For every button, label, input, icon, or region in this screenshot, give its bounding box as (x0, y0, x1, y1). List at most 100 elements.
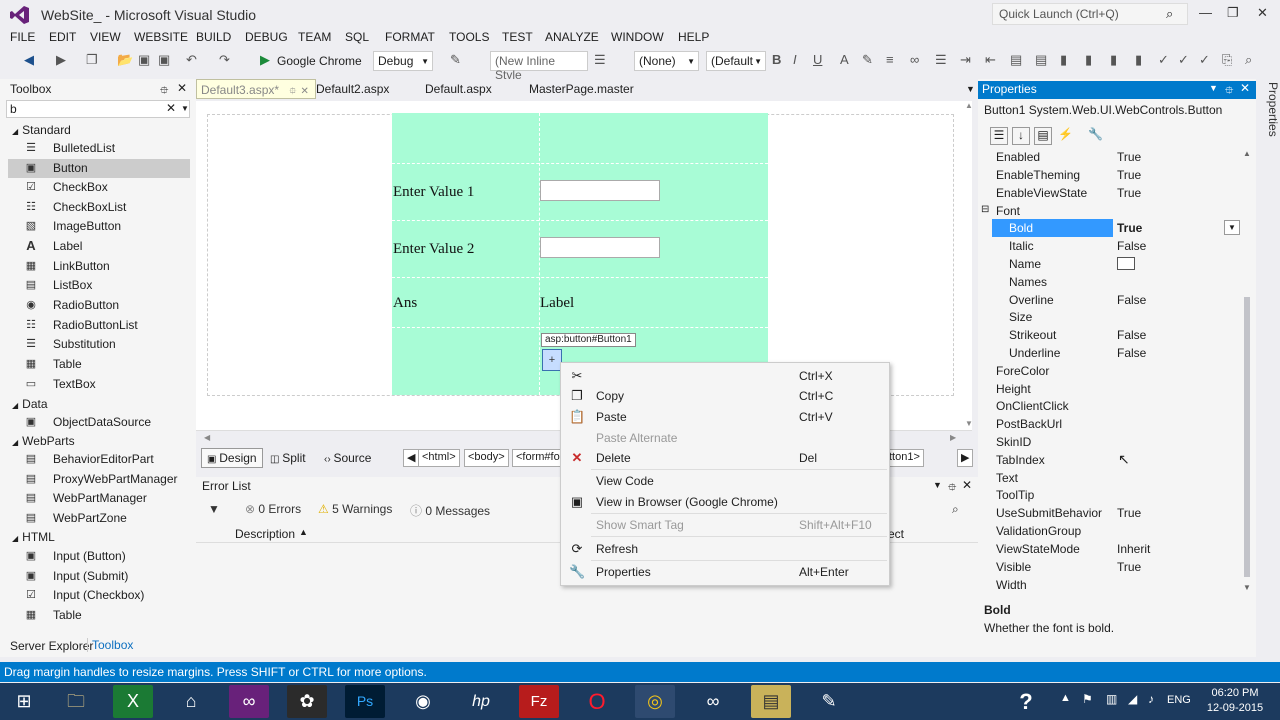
prop-row[interactable]: Height (978, 380, 1248, 398)
toolbox-item-button[interactable]: ▣ Button (8, 159, 190, 178)
tray-expand-icon[interactable]: ▲ (1060, 692, 1071, 704)
alphabetical-icon[interactable]: ↓ (1012, 127, 1030, 145)
toolbox-item-input-submit[interactable]: ▣ Input (Submit) (8, 567, 190, 586)
prev-bookmark-icon[interactable]: ▮ (1085, 52, 1092, 68)
toolbox-search-input[interactable]: b (6, 100, 190, 118)
find-icon[interactable]: ⌕ (1245, 52, 1252, 68)
toolbox-item-bulletedlist[interactable]: ☰ BulletedList (8, 139, 190, 158)
label-result[interactable]: Label (540, 295, 574, 312)
menu-item-paste-alternate[interactable]: Paste Alternate (561, 428, 889, 448)
prop-row[interactable]: Visible True (978, 558, 1248, 576)
search-icon[interactable]: ⌕ (1166, 6, 1173, 22)
excel-icon[interactable]: X (113, 685, 153, 718)
clock[interactable]: 06:20 PM 12-09-2015 (1200, 686, 1270, 716)
toolbox-item-objectdatasource[interactable]: ▣ ObjectDataSource (8, 413, 190, 432)
toolbox-item-html-table[interactable]: ▦ Table (8, 606, 190, 625)
col-project[interactable]: ect (888, 527, 904, 541)
prop-row-font[interactable]: ⊟ Font (978, 202, 1248, 220)
panel-menu-icon[interactable]: ▼ (933, 480, 942, 490)
tab-masterpage[interactable]: MasterPage.master (529, 82, 634, 96)
forward-icon[interactable]: ▶ (56, 52, 66, 68)
outdent-icon[interactable]: ⇤ (985, 52, 996, 68)
prop-row[interactable]: Strikeout False (978, 326, 1248, 344)
warnings-filter-button[interactable]: ⚠ 5 Warnings (318, 502, 392, 516)
toolbox-item-proxywebpartmanager[interactable]: ▤ ProxyWebPartManager (8, 470, 190, 489)
properties-side-tab[interactable]: Properties (1256, 79, 1280, 159)
menu-item-paste[interactable]: 📋 Paste Ctrl+V (561, 407, 889, 427)
open-file-icon[interactable]: 📂 (117, 52, 133, 68)
toolbox-item-webpartmanager[interactable]: ▤ WebPartManager (8, 489, 190, 508)
toolbox-item-textbox[interactable]: ▭ TextBox (8, 375, 190, 394)
crumb-next-button[interactable]: ▶ (957, 449, 974, 467)
toolbox-item-behavioreditorpart[interactable]: ▤ BehaviorEditorPart (8, 450, 190, 469)
tab-default2[interactable]: Default2.aspx (316, 82, 389, 96)
toolbox-item-checkboxlist[interactable]: ☷ CheckBoxList (8, 198, 190, 217)
hp-icon[interactable]: hp (461, 685, 501, 718)
source-view-button[interactable]: ‹› Source (320, 450, 375, 466)
bold-icon[interactable]: B (772, 52, 781, 67)
events-icon[interactable]: ⚡ (1058, 127, 1073, 141)
menu-website[interactable]: WEBSITE (134, 30, 188, 44)
prop-row[interactable]: EnableViewState True (978, 184, 1248, 202)
toolbox-item-input-checkbox[interactable]: ☑ Input (Checkbox) (8, 586, 190, 605)
tab-default3[interactable]: Default3.aspx* ⯐ ✕ (196, 79, 316, 99)
menu-item-properties[interactable]: 🔧 Properties Alt+Enter (561, 562, 889, 582)
prop-row[interactable]: Enabled True (978, 148, 1248, 166)
browser-select[interactable]: Google Chrome (277, 54, 362, 68)
group-data[interactable]: ◢ Data (12, 397, 48, 411)
menu-item-show-smart-tag[interactable]: Show Smart Tag Shift+Alt+F10 (561, 515, 889, 535)
visual-studio-icon[interactable]: ∞ (229, 685, 269, 718)
toolbox-item-label[interactable]: A Label (8, 237, 190, 256)
tab-overflow-icon[interactable]: ▼ (966, 84, 975, 94)
file-explorer-icon[interactable]: 🗀 (56, 685, 96, 718)
messages-filter-button[interactable]: ⓘ 0 Messages (410, 502, 490, 519)
menu-item-view-code[interactable]: View Code (561, 471, 889, 491)
crumb-body[interactable]: <body> (464, 449, 509, 467)
toolbox-item-radiobutton[interactable]: ◉ RadioButton (8, 296, 190, 315)
bullets-icon[interactable]: ☰ (935, 52, 947, 68)
search-dropdown-icon[interactable]: ▼ (181, 104, 189, 113)
prop-row-bold[interactable]: Bold True ▼ (978, 219, 1248, 237)
prop-row[interactable]: Names (978, 273, 1248, 291)
prop-row[interactable]: ToolTip (978, 486, 1248, 504)
clear-search-icon[interactable]: ✕ (166, 101, 176, 115)
vs-launcher-icon[interactable]: ∞ (693, 685, 733, 718)
col-description[interactable]: Description (235, 527, 295, 541)
close-button[interactable]: ✕ (1257, 5, 1268, 21)
prop-row[interactable]: Width (978, 576, 1248, 594)
menu-build[interactable]: BUILD (196, 30, 231, 44)
crumb-prev-button[interactable]: ◀ (403, 449, 420, 467)
prop-row[interactable]: OnClientClick (978, 397, 1248, 415)
toolbox-item-webpartzone[interactable]: ▤ WebPartZone (8, 509, 190, 528)
check-icon[interactable]: ✓ (1158, 52, 1169, 68)
tab-toolbox[interactable]: Toolbox (87, 638, 133, 652)
block-format-select[interactable]: (None) ▼ (634, 51, 699, 71)
uncomment-icon[interactable]: ▤ (1035, 52, 1047, 68)
toolbox-item-linkbutton[interactable]: ▦ LinkButton (8, 257, 190, 276)
toolbox-item-listbox[interactable]: ▤ ListBox (8, 276, 190, 295)
prop-row[interactable]: TabIndex ↖ (978, 451, 1248, 469)
menu-debug[interactable]: DEBUG (245, 30, 288, 44)
pin-icon[interactable]: ⯐ (948, 479, 956, 498)
tab-server-explorer[interactable]: Server Explorer (10, 639, 93, 653)
camera-icon[interactable]: ◉ (403, 685, 443, 718)
menu-window[interactable]: WINDOW (611, 30, 664, 44)
underline-icon[interactable]: U (813, 52, 822, 67)
volume-icon[interactable]: ♪ (1148, 692, 1154, 706)
prop-row[interactable]: SkinID (978, 433, 1248, 451)
style-icon[interactable]: ☰ (594, 52, 606, 68)
folder-icon[interactable]: ▤ (751, 685, 791, 718)
doc-icon[interactable]: ⎘ (1222, 52, 1232, 68)
filezilla-icon[interactable]: Fz (519, 685, 559, 718)
menu-help[interactable]: HELP (678, 30, 709, 44)
menu-analyze[interactable]: ANALYZE (545, 30, 599, 44)
properties-object-select[interactable]: Button1 System.Web.UI.WebControls.Button (984, 103, 1222, 117)
validate-icon[interactable]: ✓ (1199, 52, 1210, 68)
crumb-form[interactable]: <form#fo (512, 449, 564, 467)
menu-team[interactable]: TEAM (298, 30, 331, 44)
prop-row[interactable]: UseSubmitBehavior True (978, 504, 1248, 522)
save-all-icon[interactable]: ▣ (158, 52, 170, 68)
menu-test[interactable]: TEST (502, 30, 533, 44)
tab-default[interactable]: Default.aspx (425, 82, 492, 96)
home-icon[interactable]: ⌂ (171, 685, 211, 718)
